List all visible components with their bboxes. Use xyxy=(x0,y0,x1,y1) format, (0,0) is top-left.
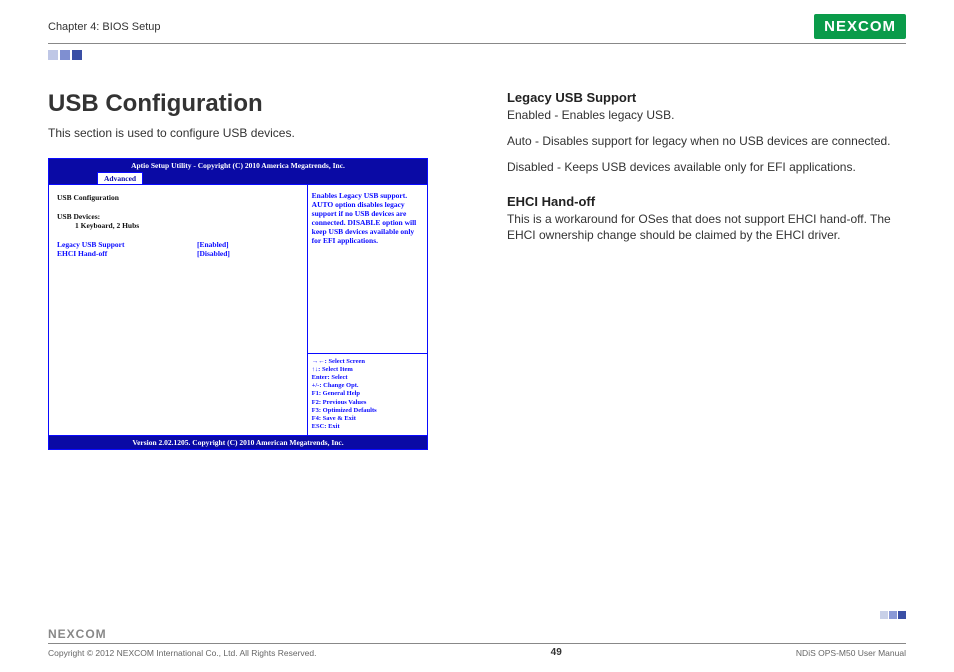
bios-key: F4: Save & Exit xyxy=(312,415,423,423)
bios-key: →←: Select Screen xyxy=(312,358,423,366)
bios-key: ESC: Exit xyxy=(312,423,423,431)
bios-key: ↑↓: Select Item xyxy=(312,366,423,374)
bios-option-value: [Enabled] xyxy=(197,240,229,249)
bios-key: +/-: Change Opt. xyxy=(312,382,423,390)
bios-tab-advanced: Advanced xyxy=(97,172,143,184)
bios-key: F1: General Help xyxy=(312,390,423,398)
bios-devices-value: 1 Keyboard, 2 Hubs xyxy=(57,221,301,230)
bios-screenshot: Aptio Setup Utility - Copyright (C) 2010… xyxy=(48,158,428,450)
page-heading: USB Configuration xyxy=(48,90,467,118)
copyright-text: Copyright © 2012 NEXCOM International Co… xyxy=(48,648,316,658)
section-text: Disabled - Keeps USB devices available o… xyxy=(507,159,906,175)
bios-footer: Version 2.02.1205. Copyright (C) 2010 Am… xyxy=(49,435,427,449)
section-text: This is a workaround for OSes that does … xyxy=(507,211,906,243)
bios-titlebar: Aptio Setup Utility - Copyright (C) 2010… xyxy=(49,159,427,172)
bios-key-legend: →←: Select Screen ↑↓: Select Item Enter:… xyxy=(308,354,427,435)
nexcom-logo-top: NEXCOM xyxy=(814,14,906,39)
bios-tab-row: Advanced xyxy=(49,172,427,184)
header-divider xyxy=(48,43,906,44)
bios-right-pane: Enables Legacy USB support. AUTO option … xyxy=(308,185,427,435)
section-head-ehci: EHCI Hand-off xyxy=(507,194,906,209)
bios-help-text: Enables Legacy USB support. AUTO option … xyxy=(308,185,427,354)
intro-text: This section is used to configure USB de… xyxy=(48,126,467,140)
manual-name: NDiS OPS-M50 User Manual xyxy=(796,648,906,658)
footer-divider xyxy=(48,643,906,644)
bios-section-title: USB Configuration xyxy=(57,193,301,202)
footer-deco-squares xyxy=(880,611,906,619)
bios-key: F3: Optimized Defaults xyxy=(312,407,423,415)
bios-left-pane: USB Configuration USB Devices: 1 Keyboar… xyxy=(49,185,308,435)
section-head-legacy-usb: Legacy USB Support xyxy=(507,90,906,105)
page-number: 49 xyxy=(551,647,562,658)
nexcom-logo-bottom: NEXCOM xyxy=(48,627,107,641)
bios-option-label: Legacy USB Support xyxy=(57,240,197,249)
decorative-squares xyxy=(48,50,906,60)
bios-key: F2: Previous Values xyxy=(312,399,423,407)
bios-devices-label: USB Devices: xyxy=(57,212,301,221)
bios-option-value: [Disabled] xyxy=(197,249,230,258)
section-text: Enabled - Enables legacy USB. xyxy=(507,107,906,123)
chapter-title: Chapter 4: BIOS Setup xyxy=(48,21,161,33)
bios-key: Enter: Select xyxy=(312,374,423,382)
bios-option-label: EHCI Hand-off xyxy=(57,249,197,258)
section-text: Auto - Disables support for legacy when … xyxy=(507,133,906,149)
